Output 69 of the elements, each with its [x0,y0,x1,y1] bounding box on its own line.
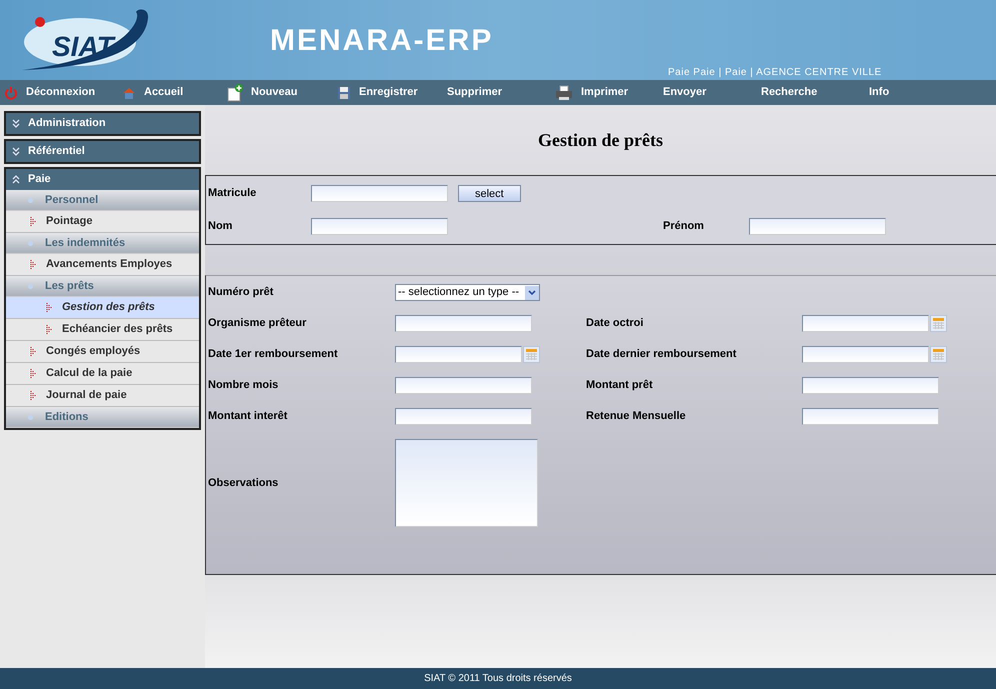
input-field[interactable] [749,218,886,235]
toolbar-button[interactable]: Envoyer [659,80,757,105]
field-label: Nom [208,219,234,234]
toolbar-button[interactable]: Nouveau [223,80,333,105]
menu-section-header[interactable]: Référentiel [6,141,199,162]
dotted-arrow-icon [46,325,52,334]
dotted-arrow-icon [30,347,36,356]
toolbar-button[interactable]: Accueil [118,80,213,105]
field-label: Nombre mois [208,378,280,394]
field-label: Date dernier remboursement [586,347,738,362]
input-field[interactable] [395,377,532,394]
select-button[interactable]: select [458,185,521,202]
menu-group-header[interactable]: Les indemnités [6,233,199,254]
chevron-down-icon [12,119,20,128]
menu-group-header[interactable]: Personnel [6,190,199,211]
input-field[interactable] [802,346,929,363]
bullet-icon [28,240,33,246]
input-field[interactable] [311,218,448,235]
field-label: Numéro prêt [208,285,274,300]
power-icon [5,86,17,99]
calendar-icon[interactable] [523,346,540,363]
new-document-icon [228,84,243,101]
house-icon [123,88,135,98]
field-label: Organisme prêteur [208,316,308,332]
menu-item[interactable]: Gestion des prêts [6,297,199,319]
field-label: Retenue Mensuelle [586,409,687,424]
input-field[interactable] [802,315,929,332]
toolbar-button[interactable]: Recherche [757,80,865,105]
menu-group-header[interactable]: Editions [6,407,199,428]
page-title: Gestion de prêts [538,128,663,152]
toolbar-button[interactable]: Info [865,80,925,105]
toolbar-button[interactable]: Enregistrer [333,80,443,105]
toolbar-button[interactable]: Imprimer [551,80,659,105]
input-field[interactable] [395,346,522,363]
chevron-up-icon [12,175,20,184]
type-dropdown[interactable]: -- selectionnez un type -- [395,284,540,301]
dotted-arrow-icon [30,260,36,269]
chevron-down-icon [12,147,20,156]
user-info: Paie Paie | Paie | AGENCE CENTRE VILLE [668,66,882,80]
dotted-arrow-icon [30,217,36,226]
field-label: Prénom [663,219,705,234]
calendar-icon[interactable] [930,315,947,332]
bullet-icon [28,414,33,420]
menu-section-header[interactable]: Paie [6,169,199,190]
field-label: Montant interêt [208,409,288,424]
app-title: MENARA-ERP [270,23,494,59]
field-label: Date 1er remboursement [208,347,339,362]
bullet-icon [28,284,33,288]
field-label: Montant prêt [586,378,654,394]
calendar-icon[interactable] [930,346,947,363]
toolbar-button[interactable]: Supprimer [443,80,551,105]
input-field[interactable] [802,408,939,425]
dotted-arrow-icon [46,303,52,312]
field-label: Matricule [208,186,258,202]
field-label: Observations [208,476,280,491]
footer-text: SIAT © 2011 Tous droits réservés [0,668,996,689]
menu-group-header[interactable]: Les prêts [6,276,199,297]
input-field[interactable] [802,377,939,394]
dotted-arrow-icon [30,391,36,400]
bullet-icon [28,198,33,202]
input-field[interactable] [395,315,532,332]
input-field[interactable] [395,408,532,425]
field-label: Date octroi [586,316,644,332]
menu-section-header[interactable]: Administration [6,113,199,134]
toolbar-button[interactable]: Déconnexion [0,80,118,105]
observations-field[interactable] [395,439,538,527]
printer-icon [556,85,572,100]
input-field[interactable] [311,185,448,202]
dotted-arrow-icon [30,369,36,378]
